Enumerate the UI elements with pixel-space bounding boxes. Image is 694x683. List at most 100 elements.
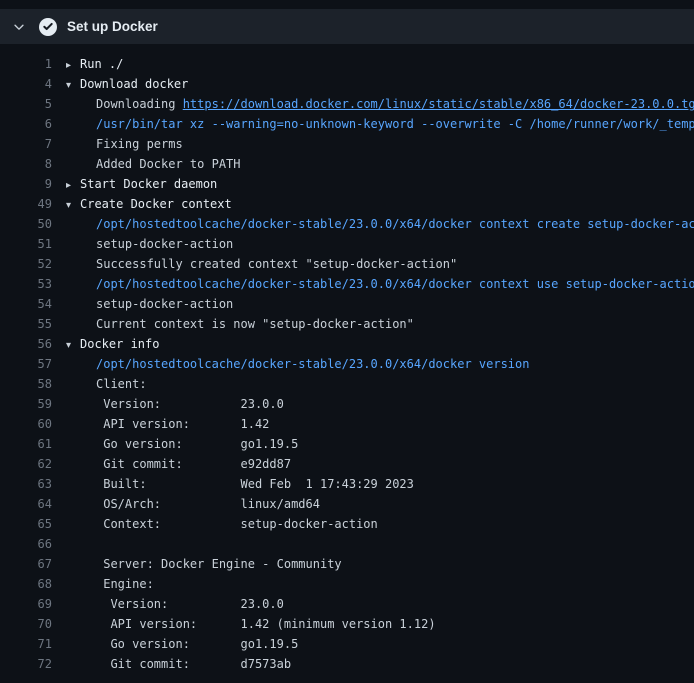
line-content: Added Docker to PATH bbox=[66, 154, 694, 174]
log-line[interactable]: 56 ▾Docker info bbox=[0, 334, 694, 354]
line-content: setup-docker-action bbox=[66, 294, 694, 314]
log-text: setup-docker-action bbox=[96, 237, 233, 251]
log-text: Server: Docker Engine - Community bbox=[96, 557, 342, 571]
line-number[interactable]: 8 bbox=[0, 154, 52, 174]
log-line: 64 OS/Arch: linux/amd64 bbox=[0, 494, 694, 514]
chevron-down-icon[interactable] bbox=[12, 20, 26, 34]
line-content: Version: 23.0.0 bbox=[66, 394, 694, 414]
line-number[interactable]: 9 bbox=[0, 174, 52, 194]
log-line: 59 Version: 23.0.0 bbox=[0, 394, 694, 414]
log-text: Go version: go1.19.5 bbox=[96, 637, 298, 651]
group-title[interactable]: Start Docker daemon bbox=[80, 177, 217, 191]
line-number[interactable]: 50 bbox=[0, 214, 52, 234]
line-number[interactable]: 5 bbox=[0, 94, 52, 114]
line-content: Current context is now "setup-docker-act… bbox=[66, 314, 694, 334]
line-number[interactable]: 51 bbox=[0, 234, 52, 254]
chevron-expanded-icon[interactable]: ▾ bbox=[66, 336, 80, 354]
line-number[interactable]: 62 bbox=[0, 454, 52, 474]
log-text: Fixing perms bbox=[96, 137, 183, 151]
log-line: 61 Go version: go1.19.5 bbox=[0, 434, 694, 454]
line-number[interactable]: 1 bbox=[0, 54, 52, 74]
line-number[interactable]: 65 bbox=[0, 514, 52, 534]
log-line[interactable]: 4 ▾Download docker bbox=[0, 74, 694, 94]
line-number[interactable]: 7 bbox=[0, 134, 52, 154]
line-content: OS/Arch: linux/amd64 bbox=[66, 494, 694, 514]
log-line: 8 Added Docker to PATH bbox=[0, 154, 694, 174]
log-line: 52 Successfully created context "setup-do… bbox=[0, 254, 694, 274]
line-content: Go version: go1.19.5 bbox=[66, 634, 694, 654]
log-line: 7 Fixing perms bbox=[0, 134, 694, 154]
log-text: Client: bbox=[96, 377, 147, 391]
line-number[interactable]: 72 bbox=[0, 654, 52, 674]
line-number[interactable]: 59 bbox=[0, 394, 52, 414]
log-text: API version: 1.42 (minimum version 1.12) bbox=[96, 617, 436, 631]
line-number[interactable]: 71 bbox=[0, 634, 52, 654]
line-number[interactable]: 61 bbox=[0, 434, 52, 454]
line-number[interactable]: 57 bbox=[0, 354, 52, 374]
line-number[interactable]: 56 bbox=[0, 334, 52, 354]
log-line: 69 Version: 23.0.0 bbox=[0, 594, 694, 614]
actions-log-page: { "header": { "title": "Set up Docker", … bbox=[0, 9, 694, 683]
group-title[interactable]: Run ./ bbox=[80, 57, 123, 71]
log-text: Successfully created context "setup-dock… bbox=[96, 257, 457, 271]
log-line: 58 Client: bbox=[0, 374, 694, 394]
group-title[interactable]: Create Docker context bbox=[80, 197, 232, 211]
line-number[interactable]: 60 bbox=[0, 414, 52, 434]
chevron-collapsed-icon[interactable]: ▸ bbox=[66, 56, 80, 74]
line-content: ▸Run ./ bbox=[66, 54, 694, 74]
line-content bbox=[66, 534, 694, 554]
chevron-expanded-icon[interactable]: ▾ bbox=[66, 76, 80, 94]
step-header[interactable]: Set up Docker bbox=[0, 9, 694, 44]
line-number[interactable]: 49 bbox=[0, 194, 52, 214]
line-number[interactable]: 64 bbox=[0, 494, 52, 514]
log-line: 62 Git commit: e92dd87 bbox=[0, 454, 694, 474]
line-number[interactable]: 68 bbox=[0, 574, 52, 594]
log-text: Added Docker to PATH bbox=[96, 157, 241, 171]
line-number[interactable]: 54 bbox=[0, 294, 52, 314]
log-text: OS/Arch: linux/amd64 bbox=[96, 497, 320, 511]
line-number[interactable]: 63 bbox=[0, 474, 52, 494]
step-title: Set up Docker bbox=[67, 19, 158, 34]
line-content: ▸Start Docker daemon bbox=[66, 174, 694, 194]
log-line[interactable]: 49 ▾Create Docker context bbox=[0, 194, 694, 214]
line-number[interactable]: 66 bbox=[0, 534, 52, 554]
log-line: 6/usr/bin/tar xz --warning=no-unknown-ke… bbox=[0, 114, 694, 134]
log-line[interactable]: 9 ▸Start Docker daemon bbox=[0, 174, 694, 194]
line-number[interactable]: 67 bbox=[0, 554, 52, 574]
log-line: 50/opt/hostedtoolcache/docker-stable/23.… bbox=[0, 214, 694, 234]
log-text: Version: 23.0.0 bbox=[96, 397, 284, 411]
log-line: 67 Server: Docker Engine - Community bbox=[0, 554, 694, 574]
line-content: /opt/hostedtoolcache/docker-stable/23.0.… bbox=[66, 214, 694, 234]
line-content: Version: 23.0.0 bbox=[66, 594, 694, 614]
group-title[interactable]: Docker info bbox=[80, 337, 159, 351]
log-text: API version: 1.42 bbox=[96, 417, 269, 431]
line-content: API version: 1.42 bbox=[66, 414, 694, 434]
line-number[interactable]: 58 bbox=[0, 374, 52, 394]
log-text: Downloading bbox=[96, 97, 183, 111]
line-content: Engine: bbox=[66, 574, 694, 594]
check-circle-icon bbox=[39, 18, 57, 36]
line-content: Client: bbox=[66, 374, 694, 394]
log-link[interactable]: https://download.docker.com/linux/static… bbox=[183, 97, 694, 111]
line-number[interactable]: 6 bbox=[0, 114, 52, 134]
group-title[interactable]: Download docker bbox=[80, 77, 188, 91]
log-line: 53/opt/hostedtoolcache/docker-stable/23.… bbox=[0, 274, 694, 294]
line-content: Built: Wed Feb 1 17:43:29 2023 bbox=[66, 474, 694, 494]
chevron-expanded-icon[interactable]: ▾ bbox=[66, 196, 80, 214]
line-number[interactable]: 53 bbox=[0, 274, 52, 294]
line-number[interactable]: 4 bbox=[0, 74, 52, 94]
line-content: Successfully created context "setup-dock… bbox=[66, 254, 694, 274]
log-line: 57/opt/hostedtoolcache/docker-stable/23.… bbox=[0, 354, 694, 374]
log-text: /opt/hostedtoolcache/docker-stable/23.0.… bbox=[96, 277, 694, 291]
line-number[interactable]: 55 bbox=[0, 314, 52, 334]
line-number[interactable]: 69 bbox=[0, 594, 52, 614]
line-number[interactable]: 70 bbox=[0, 614, 52, 634]
log-line: 54 setup-docker-action bbox=[0, 294, 694, 314]
log-line[interactable]: 1 ▸Run ./ bbox=[0, 54, 694, 74]
line-content: Go version: go1.19.5 bbox=[66, 434, 694, 454]
log-lines: 1▸Run ./4▾Download docker5Downloading ht… bbox=[0, 54, 694, 674]
log-text: Built: Wed Feb 1 17:43:29 2023 bbox=[96, 477, 414, 491]
line-number[interactable]: 52 bbox=[0, 254, 52, 274]
chevron-collapsed-icon[interactable]: ▸ bbox=[66, 176, 80, 194]
log-text: /opt/hostedtoolcache/docker-stable/23.0.… bbox=[96, 217, 694, 231]
